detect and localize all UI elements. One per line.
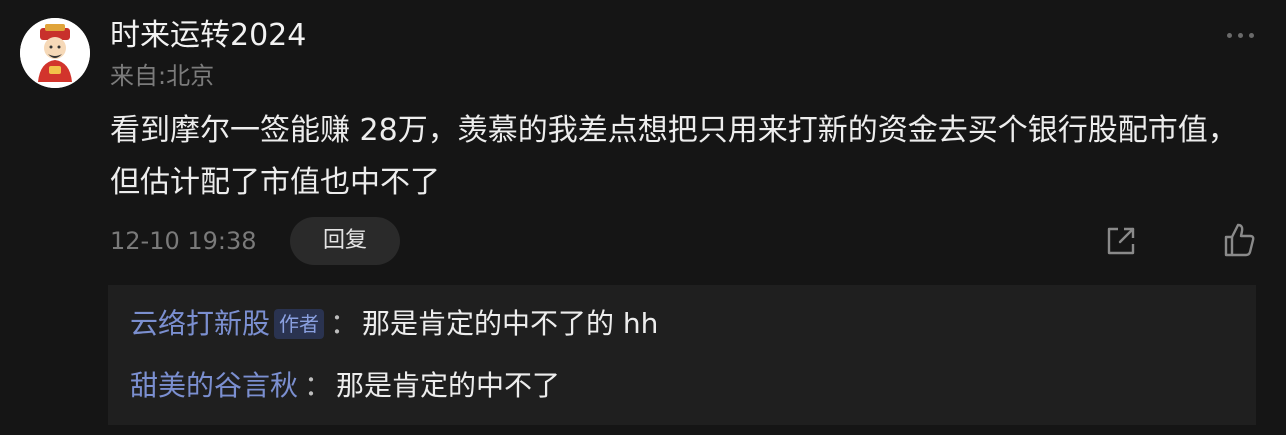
reply-separator: ： xyxy=(330,307,359,340)
share-button[interactable] xyxy=(1104,224,1138,258)
reply-item: 云络打新股 作者 ： 那是肯定的中不了的 hh xyxy=(130,304,658,344)
more-options-button[interactable] xyxy=(1222,25,1258,45)
location-label: 来自:北京 xyxy=(110,62,215,90)
replies-panel: 云络打新股 作者 ： 那是肯定的中不了的 hh 甜美的谷言秋 ： 那是肯定的中不… xyxy=(108,285,1256,425)
more-dots-icon xyxy=(1226,32,1232,38)
avatar[interactable] xyxy=(20,18,90,88)
like-button[interactable] xyxy=(1222,222,1256,258)
timestamp: 12-10 19:38 xyxy=(110,227,257,255)
author-badge: 作者 xyxy=(274,309,325,339)
share-icon xyxy=(1107,227,1135,255)
thumbs-up-icon xyxy=(1224,223,1255,257)
more-dots-icon xyxy=(1248,32,1254,38)
reply-author[interactable]: 云络打新股 xyxy=(130,304,270,344)
more-dots-icon xyxy=(1237,32,1243,38)
god-of-wealth-avatar-icon xyxy=(20,18,90,88)
reply-text: 那是肯定的中不了的 hh xyxy=(362,307,659,340)
reply-author[interactable]: 甜美的谷言秋 xyxy=(130,366,298,406)
reply-item: 甜美的谷言秋 ： 那是肯定的中不了 xyxy=(130,366,560,406)
reply-button[interactable]: 回复 xyxy=(290,217,400,265)
reply-text: 那是肯定的中不了 xyxy=(336,369,561,402)
username[interactable]: 时来运转2024 xyxy=(110,16,306,56)
reply-separator: ： xyxy=(304,369,333,402)
comment-content: 看到摩尔一签能赚 28万，羡慕的我差点想把只用来打新的资金去买个银行股配市值，但… xyxy=(110,113,1238,200)
